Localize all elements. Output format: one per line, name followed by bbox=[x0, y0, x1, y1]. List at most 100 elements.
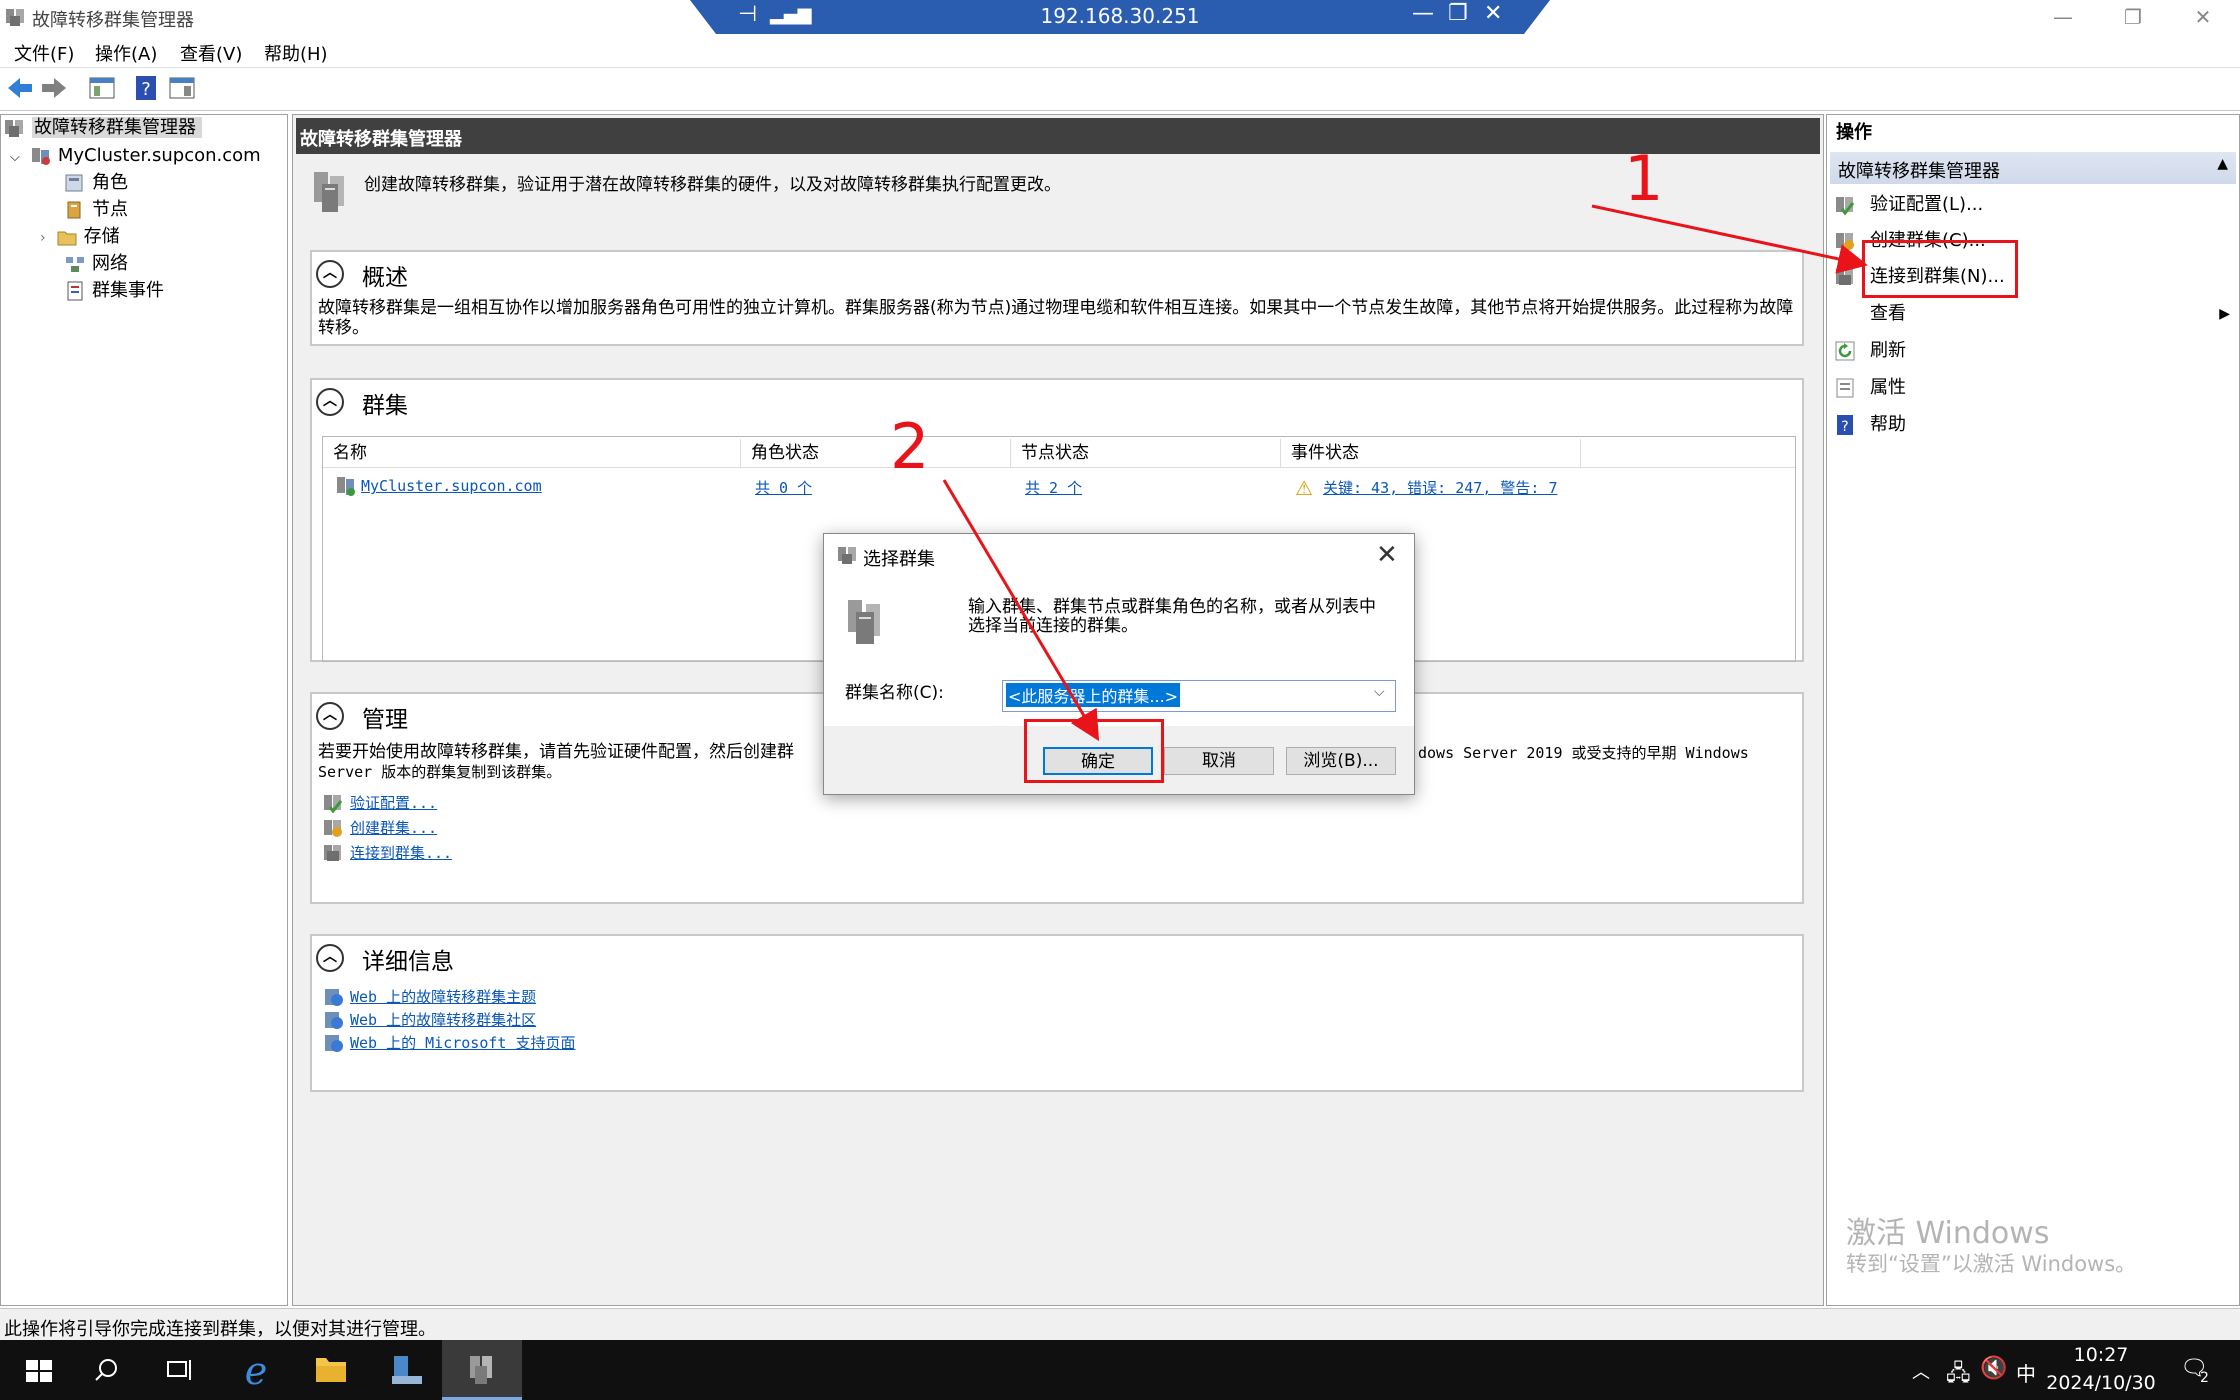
rdp-connection-bar[interactable]: ⊣ ▂▄▆ 192.168.30.251 — ❐ ✕ bbox=[690, 0, 1550, 34]
tree-item-label: 角色 bbox=[92, 172, 128, 193]
cluster-manager-icon bbox=[838, 547, 856, 564]
back-arrow-icon[interactable] bbox=[4, 72, 36, 104]
cluster-servers-icon bbox=[848, 600, 880, 644]
server-manager-button[interactable] bbox=[366, 1340, 446, 1400]
notification-count: 2 bbox=[2200, 1370, 2209, 1386]
action-label: 查看 bbox=[1870, 303, 1906, 324]
toolbar bbox=[0, 69, 2240, 111]
help-icon[interactable]: ? bbox=[130, 72, 162, 104]
search-icon bbox=[95, 1359, 117, 1381]
activate-windows-hint: 转到“设置”以激活 Windows。 bbox=[1846, 1252, 2137, 1276]
action-properties[interactable]: 属性 bbox=[1834, 373, 1906, 403]
column-header-event-status[interactable]: 事件状态 bbox=[1281, 439, 1581, 467]
rdp-close-icon[interactable]: ✕ bbox=[1484, 1, 1502, 26]
chevron-right-icon[interactable]: › bbox=[40, 230, 46, 246]
create-cluster-icon bbox=[324, 820, 342, 837]
action-label: 验证配置(L)... bbox=[1870, 194, 1984, 215]
column-header-role-status[interactable]: 角色状态 bbox=[741, 439, 1011, 467]
column-header-node-status[interactable]: 节点状态 bbox=[1011, 439, 1281, 467]
show-hide-action-pane-icon[interactable] bbox=[166, 72, 198, 104]
connect-cluster-link-row[interactable]: 连接到群集... bbox=[322, 842, 452, 866]
close-icon[interactable]: ✕ bbox=[2170, 0, 2236, 34]
web-topics-link[interactable]: Web 上的故障转移群集主题 bbox=[350, 988, 536, 1006]
cancel-button[interactable]: 取消 bbox=[1164, 747, 1274, 775]
show-hide-tree-icon[interactable] bbox=[86, 72, 118, 104]
menu-action[interactable]: 操作(A) bbox=[95, 40, 157, 66]
validate-config-link[interactable]: 验证配置... bbox=[350, 794, 437, 812]
chevron-down-icon[interactable]: ⌵ bbox=[10, 150, 20, 165]
table-row[interactable]: MyCluster.supcon.com 共 0 个 共 2 个 ⚠ 关键: 4… bbox=[335, 475, 1775, 501]
show-hidden-icons[interactable]: ︿ bbox=[1912, 1358, 1930, 1384]
clock-time[interactable]: 10:27 bbox=[2056, 1344, 2146, 1366]
dialog-description: 输入群集、群集节点或群集角色的名称，或者从列表中选择当前连接的群集。 bbox=[968, 597, 1376, 636]
collapse-up-icon[interactable]: ▲ bbox=[2217, 156, 2228, 172]
volume-muted-icon[interactable]: 🔇 bbox=[1980, 1356, 2007, 1381]
help-icon: ? bbox=[1837, 415, 1853, 435]
blank-icon bbox=[1834, 303, 1856, 325]
rdp-minimize-icon[interactable]: — bbox=[1412, 1, 1434, 26]
validate-icon bbox=[324, 795, 343, 814]
collapse-toggle-icon[interactable]: ︿ bbox=[316, 388, 344, 416]
file-explorer-button[interactable] bbox=[290, 1340, 370, 1400]
web-community-link[interactable]: Web 上的故障转移群集社区 bbox=[350, 1011, 536, 1029]
validate-config-link-row[interactable]: 验证配置... bbox=[322, 792, 437, 816]
connect-cluster-link[interactable]: 连接到群集... bbox=[350, 844, 452, 862]
connect-cluster-icon bbox=[324, 845, 341, 861]
chevron-down-icon[interactable]: ⌵ bbox=[1374, 684, 1385, 700]
browse-button[interactable]: 浏览(B)... bbox=[1286, 747, 1396, 775]
cluster-manager-taskbar-button[interactable] bbox=[442, 1340, 522, 1400]
ime-indicator[interactable]: 中 bbox=[2016, 1358, 2036, 1387]
cluster-icon bbox=[337, 477, 355, 496]
tree-item-cluster-events[interactable]: 群集事件 bbox=[64, 278, 164, 304]
cluster-icon bbox=[31, 148, 50, 165]
cluster-name-value[interactable]: <此服务器上的群集...> bbox=[1006, 683, 1181, 707]
action-view[interactable]: 查看 ▶ bbox=[1834, 299, 2230, 329]
dialog-close-icon[interactable]: ✕ bbox=[1376, 540, 1398, 570]
node-status-link[interactable]: 共 2 个 bbox=[1025, 477, 1082, 498]
menu-view[interactable]: 查看(V) bbox=[180, 40, 242, 66]
menu-help[interactable]: 帮助(H) bbox=[264, 40, 328, 66]
minimize-icon[interactable]: — bbox=[2030, 0, 2096, 34]
submenu-arrow-icon: ▶ bbox=[2219, 306, 2230, 322]
tree-item-roles[interactable]: 角色 bbox=[64, 170, 128, 196]
events-icon bbox=[67, 281, 83, 301]
tree-item-networks[interactable]: 网络 bbox=[64, 251, 128, 277]
rdp-restore-icon[interactable]: ❐ bbox=[1448, 1, 1468, 26]
activate-windows-watermark: 激活 Windows bbox=[1846, 1216, 2050, 1251]
actions-group-header[interactable]: 故障转移群集管理器 ▲ bbox=[1830, 152, 2236, 184]
tree-root[interactable]: 故障转移群集管理器 bbox=[4, 115, 202, 141]
action-help[interactable]: ? 帮助 bbox=[1834, 410, 1906, 440]
column-header-name[interactable]: 名称 bbox=[323, 439, 741, 467]
clock-date[interactable]: 2024/10/30 bbox=[2036, 1372, 2166, 1394]
create-cluster-link[interactable]: 创建群集... bbox=[350, 819, 437, 837]
annotation-box-ok bbox=[1024, 719, 1164, 783]
forward-arrow-icon[interactable] bbox=[38, 72, 70, 104]
collapse-toggle-icon[interactable]: ︿ bbox=[316, 702, 344, 730]
action-refresh[interactable]: 刷新 bbox=[1834, 336, 1906, 366]
tree-item-nodes[interactable]: 节点 bbox=[64, 197, 128, 223]
web-support-link[interactable]: Web 上的 Microsoft 支持页面 bbox=[350, 1034, 575, 1052]
create-cluster-link-row[interactable]: 创建群集... bbox=[322, 817, 437, 841]
details-section: ︿ 详细信息 Web 上的故障转移群集主题 Web 上的故障转移群集社区 Web… bbox=[310, 934, 1804, 1092]
management-text-right: dows Server 2019 或受支持的早期 Windows bbox=[1418, 744, 1749, 762]
action-validate-config[interactable]: 验证配置(L)... bbox=[1834, 190, 1983, 220]
task-view-icon bbox=[167, 1360, 191, 1380]
menu-file[interactable]: 文件(F) bbox=[14, 40, 74, 66]
tree-item-storage[interactable]: › 存储 bbox=[40, 224, 120, 250]
network-icon[interactable]: 🖧 bbox=[1946, 1356, 1971, 1394]
collapse-toggle-icon[interactable]: ︿ bbox=[316, 260, 344, 288]
cluster-name-link[interactable]: MyCluster.supcon.com bbox=[361, 477, 542, 495]
internet-explorer-button[interactable]: e bbox=[216, 1340, 296, 1400]
web-community-link-row[interactable]: Web 上的故障转移群集社区 bbox=[322, 1009, 536, 1033]
web-support-link-row[interactable]: Web 上的 Microsoft 支持页面 bbox=[322, 1032, 575, 1056]
event-status-link[interactable]: 关键: 43, 错误: 247, 警告: 7 bbox=[1323, 477, 1558, 498]
task-view-button[interactable] bbox=[140, 1340, 220, 1400]
search-button[interactable] bbox=[66, 1340, 146, 1400]
collapse-toggle-icon[interactable]: ︿ bbox=[316, 944, 344, 972]
annotation-number-1: 1 bbox=[1624, 142, 1664, 215]
restore-icon[interactable]: ❐ bbox=[2100, 0, 2166, 34]
web-topics-link-row[interactable]: Web 上的故障转移群集主题 bbox=[322, 986, 536, 1010]
role-status-link[interactable]: 共 0 个 bbox=[755, 477, 812, 498]
details-title: 详细信息 bbox=[362, 949, 454, 975]
tree-cluster[interactable]: ⌵ MyCluster.supcon.com bbox=[10, 143, 261, 169]
